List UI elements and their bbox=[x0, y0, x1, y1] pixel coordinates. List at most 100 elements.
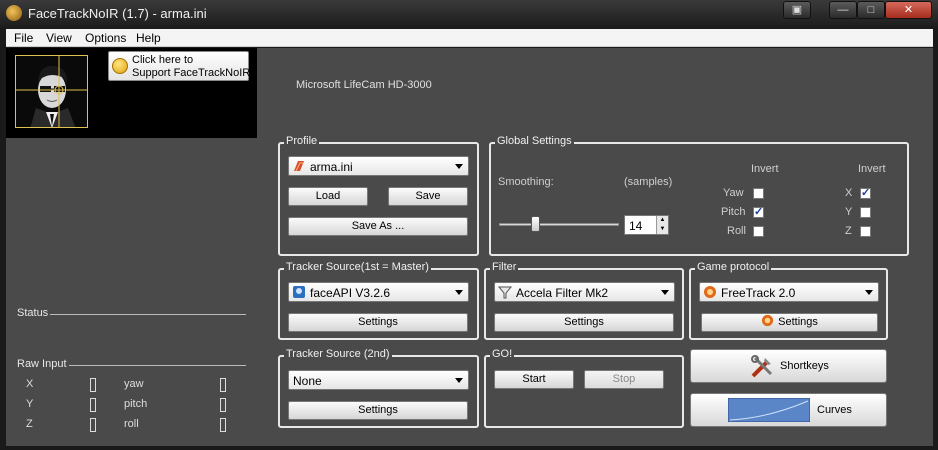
tracker-source-2nd-group: Tracker Source (2nd) None Settings bbox=[278, 348, 479, 428]
smoothing-slider-thumb[interactable] bbox=[531, 216, 540, 232]
filter-legend: Filter bbox=[490, 261, 519, 273]
x-label: X bbox=[845, 187, 853, 199]
filter-settings-button[interactable]: Settings bbox=[494, 313, 674, 332]
filter-value: Accela Filter Mk2 bbox=[516, 286, 609, 300]
freetrack-icon bbox=[704, 286, 716, 298]
game-protocol-group: Game protocol FreeTrack 2.0 Settings bbox=[689, 261, 888, 340]
game-protocol-legend: Game protocol bbox=[695, 261, 772, 273]
go-group: GO! Start Stop bbox=[484, 348, 684, 428]
pitch-label: Pitch bbox=[721, 206, 746, 218]
camera-name: Microsoft LifeCam HD-3000 bbox=[296, 79, 432, 91]
tracker-settings-button[interactable]: Settings bbox=[288, 313, 468, 332]
protocol-settings-button[interactable]: Settings bbox=[701, 313, 878, 332]
maximize-button[interactable]: □ bbox=[857, 1, 885, 19]
left-panel: Click here to Support FaceTrackNoIR Stat… bbox=[6, 48, 257, 446]
curves-label: Curves bbox=[817, 404, 852, 416]
tracker-source-select[interactable]: faceAPI V3.2.6 bbox=[288, 282, 469, 302]
invert-pitch-checkbox[interactable] bbox=[753, 205, 764, 218]
window-title: FaceTrackNoIR (1.7) - arma.ini bbox=[28, 6, 207, 21]
save-as-button[interactable]: Save As ... bbox=[288, 217, 468, 236]
invert-y-checkbox[interactable] bbox=[860, 207, 871, 218]
status-label: Status bbox=[17, 307, 49, 319]
game-protocol-value: FreeTrack 2.0 bbox=[721, 286, 796, 300]
ini-file-icon bbox=[294, 161, 304, 172]
minimize-button[interactable]: — bbox=[829, 1, 857, 19]
tracker-source-value: faceAPI V3.2.6 bbox=[310, 286, 391, 300]
curves-button[interactable]: Curves bbox=[690, 393, 887, 427]
chevron-down-icon bbox=[865, 290, 873, 295]
profile-value: arma.ini bbox=[310, 160, 353, 174]
menu-options[interactable]: Options bbox=[85, 31, 126, 45]
face-avatar-icon bbox=[15, 55, 88, 128]
tracker-source-legend: Tracker Source(1st = Master) bbox=[284, 261, 431, 273]
raw-input-divider bbox=[69, 365, 246, 366]
tools-icon bbox=[751, 355, 773, 378]
shortkeys-label: Shortkeys bbox=[780, 360, 829, 372]
tracker-source-2nd-select[interactable]: None bbox=[288, 370, 469, 390]
chevron-down-icon bbox=[455, 164, 463, 169]
load-button[interactable]: Load bbox=[288, 187, 368, 206]
raw-axis-y: Y bbox=[26, 398, 34, 410]
filter-select[interactable]: Accela Filter Mk2 bbox=[494, 282, 675, 302]
spin-down-icon[interactable]: ▼ bbox=[656, 225, 668, 234]
raw-value-x bbox=[90, 378, 96, 392]
raw-rot-yaw: yaw bbox=[124, 378, 144, 390]
y-label: Y bbox=[845, 206, 853, 218]
start-button[interactable]: Start bbox=[494, 370, 574, 389]
global-settings-legend: Global Settings bbox=[495, 135, 574, 147]
raw-axis-z: Z bbox=[26, 418, 33, 430]
invert-x-checkbox[interactable] bbox=[860, 186, 871, 199]
header-area: Click here to Support FaceTrackNoIR bbox=[6, 48, 257, 138]
raw-input-label: Raw Input bbox=[17, 358, 67, 370]
invert-z-checkbox[interactable] bbox=[860, 226, 871, 237]
app-icon bbox=[6, 5, 22, 21]
global-settings-group: Global Settings Smoothing: (samples) 14 … bbox=[489, 135, 909, 256]
status-divider bbox=[50, 314, 246, 315]
menu-view[interactable]: View bbox=[46, 31, 72, 45]
raw-value-roll bbox=[220, 418, 226, 432]
menu-help[interactable]: Help bbox=[136, 31, 161, 45]
save-button[interactable]: Save bbox=[388, 187, 468, 206]
invert-yaw-checkbox[interactable] bbox=[753, 188, 764, 199]
tracker-2nd-settings-button[interactable]: Settings bbox=[288, 401, 468, 420]
raw-value-y bbox=[90, 398, 96, 412]
raw-rot-pitch: pitch bbox=[124, 398, 148, 410]
invert-header-pos: Invert bbox=[858, 163, 886, 175]
shortkeys-button[interactable]: Shortkeys bbox=[690, 349, 887, 383]
raw-rot-roll: roll bbox=[124, 418, 139, 430]
profile-select[interactable]: arma.ini bbox=[288, 156, 469, 176]
title-bar: FaceTrackNoIR (1.7) - arma.ini ▣ — □ ✕ bbox=[0, 0, 938, 28]
profile-legend: Profile bbox=[284, 135, 320, 147]
freetrack-icon bbox=[762, 314, 774, 327]
curve-preview-icon bbox=[728, 398, 810, 422]
support-line1: Click here to bbox=[132, 54, 194, 66]
stop-button[interactable]: Stop bbox=[584, 370, 664, 389]
close-button[interactable]: ✕ bbox=[885, 1, 932, 19]
smiley-icon bbox=[112, 58, 128, 74]
menu-bar: File View Options Help bbox=[6, 29, 933, 47]
invert-roll-checkbox[interactable] bbox=[753, 226, 764, 237]
menu-file[interactable]: File bbox=[14, 31, 33, 45]
chevron-down-icon bbox=[455, 378, 463, 383]
spin-up-icon[interactable]: ▲ bbox=[656, 216, 668, 225]
filter-group: Filter Accela Filter Mk2 Settings bbox=[484, 261, 684, 340]
roll-label: Roll bbox=[727, 225, 746, 237]
profile-group: Profile arma.ini Load Save Save As ... bbox=[278, 135, 479, 256]
smoothing-value: 14 bbox=[629, 219, 643, 233]
z-label: Z bbox=[845, 225, 852, 237]
support-button[interactable]: Click here to Support FaceTrackNoIR bbox=[108, 51, 250, 81]
chevron-down-icon bbox=[661, 290, 669, 295]
raw-axis-x: X bbox=[26, 378, 34, 390]
samples-label: (samples) bbox=[624, 176, 673, 188]
game-protocol-select[interactable]: FreeTrack 2.0 bbox=[699, 282, 879, 302]
extra-window-icon[interactable]: ▣ bbox=[783, 1, 811, 19]
filter-funnel-icon bbox=[498, 286, 512, 299]
tracker-source-2nd-value: None bbox=[293, 374, 322, 388]
raw-value-z bbox=[90, 418, 96, 432]
raw-value-yaw bbox=[220, 378, 226, 392]
smoothing-slider-track[interactable] bbox=[499, 223, 619, 226]
go-legend: GO! bbox=[490, 348, 515, 360]
chevron-down-icon bbox=[455, 290, 463, 295]
protocol-settings-label: Settings bbox=[778, 316, 818, 328]
smoothing-spinbox[interactable]: 14 ▲ ▼ bbox=[624, 215, 669, 235]
